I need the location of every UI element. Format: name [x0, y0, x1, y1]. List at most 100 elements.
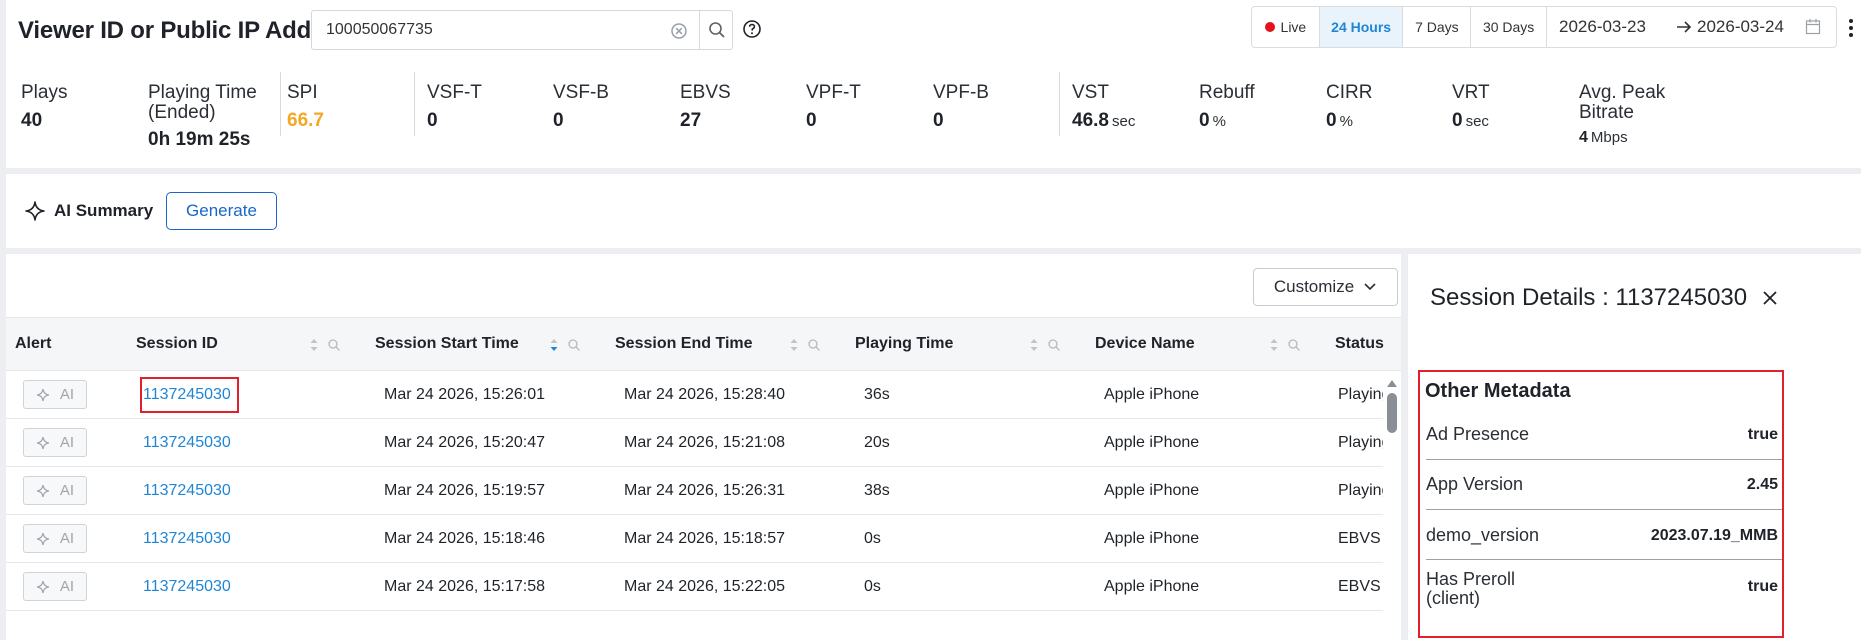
metric-playing-time[interactable]: Playing Time (Ended) 0h 19m 25s	[148, 83, 278, 151]
generate-button[interactable]: Generate	[166, 192, 277, 230]
metric-value: 0	[1326, 110, 1337, 131]
session-end-cell: Mar 24 2026, 15:18:57	[624, 530, 786, 547]
close-icon[interactable]	[1762, 290, 1778, 306]
session-id-highlight	[140, 377, 239, 413]
table-scrollbar[interactable]	[1383, 371, 1401, 640]
date-range-picker[interactable]: 2026-03-23 2026-03-24	[1547, 7, 1836, 47]
sort-descending-icon[interactable]	[549, 335, 559, 355]
metadata-value: 2.45	[1746, 476, 1778, 493]
chevron-down-icon	[1364, 283, 1376, 291]
metric-unit: %	[1212, 113, 1226, 130]
viewer-search-input[interactable]: 100050067735	[311, 10, 733, 50]
customize-button[interactable]: Customize	[1253, 268, 1398, 306]
session-id-link[interactable]: 1137245030	[143, 434, 231, 452]
metric-value: 0	[1452, 110, 1463, 131]
metric-vpf-b[interactable]: VPF-B 0	[933, 83, 989, 132]
column-session-id[interactable]: Session ID	[136, 335, 218, 353]
column-session-end-time[interactable]: Session End Time	[615, 335, 753, 353]
metric-unit: %	[1339, 113, 1353, 130]
column-search-icon[interactable]	[807, 338, 821, 352]
time-range-selector: Live 24 Hours 7 Days 30 Days 2026-03-23 …	[1251, 6, 1837, 48]
metric-value: 0h 19m 25s	[148, 129, 251, 150]
metric-vrt[interactable]: VRT 0 sec	[1452, 83, 1490, 132]
ai-alert-button[interactable]: AI	[23, 380, 87, 409]
calendar-icon[interactable]	[1805, 18, 1821, 35]
metric-spi[interactable]: SPI 66.7	[287, 83, 324, 132]
scroll-up-icon[interactable]	[1386, 378, 1398, 388]
sort-icon[interactable]	[1269, 335, 1279, 355]
metric-label: CIRR	[1326, 82, 1373, 103]
metric-vsf-b[interactable]: VSF-B 0	[553, 83, 609, 132]
metric-divider	[280, 72, 281, 136]
metric-vst[interactable]: VST 46.8 sec	[1072, 83, 1135, 132]
metric-vpf-t[interactable]: VPF-T 0	[806, 83, 861, 132]
column-status[interactable]: Status	[1335, 335, 1384, 353]
column-search-icon[interactable]	[1047, 338, 1061, 352]
metadata-row: App Version 2.45	[1426, 460, 1782, 510]
arrow-right-icon	[1677, 21, 1692, 33]
ai-label: AI	[59, 578, 75, 595]
range-7-days-button[interactable]: 7 Days	[1403, 7, 1472, 47]
more-options-icon[interactable]	[1848, 17, 1854, 39]
metric-vsf-t[interactable]: VSF-T 0	[427, 83, 482, 132]
metric-ebvs[interactable]: EBVS 27	[680, 83, 731, 132]
status-cell: Playing	[1338, 482, 1383, 499]
metadata-section-title: Other Metadata	[1425, 380, 1571, 402]
playing-time-cell: 0s	[864, 530, 881, 547]
scrollbar-thumb[interactable]	[1387, 393, 1397, 433]
search-value[interactable]: 100050067735	[326, 21, 433, 39]
sparkle-icon	[36, 436, 50, 449]
table-row[interactable]: AI 1137245030 Mar 24 2026, 15:18:46 Mar …	[6, 515, 1383, 563]
column-search-icon[interactable]	[327, 338, 341, 352]
status-cell: EBVS	[1338, 530, 1381, 547]
column-device-name[interactable]: Device Name	[1095, 335, 1195, 353]
ai-alert-button[interactable]: AI	[23, 428, 87, 457]
ai-summary-bar: AI Summary Generate	[6, 174, 1861, 248]
date-from[interactable]: 2026-03-23	[1559, 17, 1646, 37]
metric-unit: sec	[1465, 113, 1489, 130]
ai-alert-button[interactable]: AI	[23, 572, 87, 601]
metric-rebuff[interactable]: Rebuff 0%	[1199, 83, 1255, 132]
session-details-panel: Session Details : 1137245030 Other Metad…	[1408, 254, 1861, 640]
table-row[interactable]: AI 1137245030 Mar 24 2026, 15:19:57 Mar …	[6, 467, 1383, 515]
metric-label: VST	[1072, 82, 1109, 103]
clear-icon[interactable]	[670, 22, 688, 40]
metadata-key: Ad Presence	[1426, 424, 1530, 444]
session-id-link[interactable]: 1137245030	[143, 530, 231, 548]
column-search-icon[interactable]	[1287, 338, 1301, 352]
metric-value: 40	[21, 110, 43, 131]
sparkle-icon	[36, 388, 50, 401]
sparkle-icon	[36, 484, 50, 497]
header-bar: Viewer ID or Public IP Address 100050067…	[6, 0, 1861, 64]
session-id-link[interactable]: 1137245030	[143, 482, 231, 500]
table-row[interactable]: AI 1137245030 Mar 24 2026, 15:17:58 Mar …	[6, 563, 1383, 611]
device-name-cell: Apple iPhone	[1104, 482, 1200, 499]
column-search-icon[interactable]	[567, 338, 581, 352]
ai-alert-button[interactable]: AI	[23, 524, 87, 553]
range-30-days-button[interactable]: 30 Days	[1471, 7, 1547, 47]
ai-label: AI	[59, 530, 75, 547]
device-name-cell: Apple iPhone	[1104, 530, 1200, 547]
sort-icon[interactable]	[789, 335, 799, 355]
ai-alert-button[interactable]: AI	[23, 476, 87, 505]
metric-label: Rebuff	[1199, 82, 1255, 103]
help-icon[interactable]	[742, 19, 762, 39]
column-session-start-time[interactable]: Session Start Time	[375, 335, 519, 353]
range-24-hours-button[interactable]: 24 Hours	[1319, 7, 1404, 47]
sort-icon[interactable]	[309, 335, 319, 355]
table-row[interactable]: AI 1137245030 Mar 24 2026, 15:20:47 Mar …	[6, 419, 1383, 467]
metric-label: VPF-B	[933, 82, 989, 103]
metadata-key: Has Preroll (client)	[1426, 569, 1516, 608]
sort-icon[interactable]	[1029, 335, 1039, 355]
metric-cirr[interactable]: CIRR 0%	[1326, 83, 1372, 132]
sparkle-icon	[36, 580, 50, 593]
date-to[interactable]: 2026-03-24	[1697, 17, 1784, 37]
metric-plays[interactable]: Plays 40	[21, 83, 67, 132]
metric-avg-peak-bitrate[interactable]: Avg. Peak Bitrate 4 Mbps	[1579, 83, 1689, 147]
session-id-link[interactable]: 1137245030	[143, 578, 231, 596]
search-icon[interactable]	[707, 20, 727, 40]
live-button[interactable]: Live	[1252, 7, 1320, 47]
metric-value: 46.8	[1072, 110, 1109, 131]
metric-label: Avg. Peak Bitrate	[1579, 82, 1666, 123]
column-playing-time[interactable]: Playing Time	[855, 335, 953, 353]
